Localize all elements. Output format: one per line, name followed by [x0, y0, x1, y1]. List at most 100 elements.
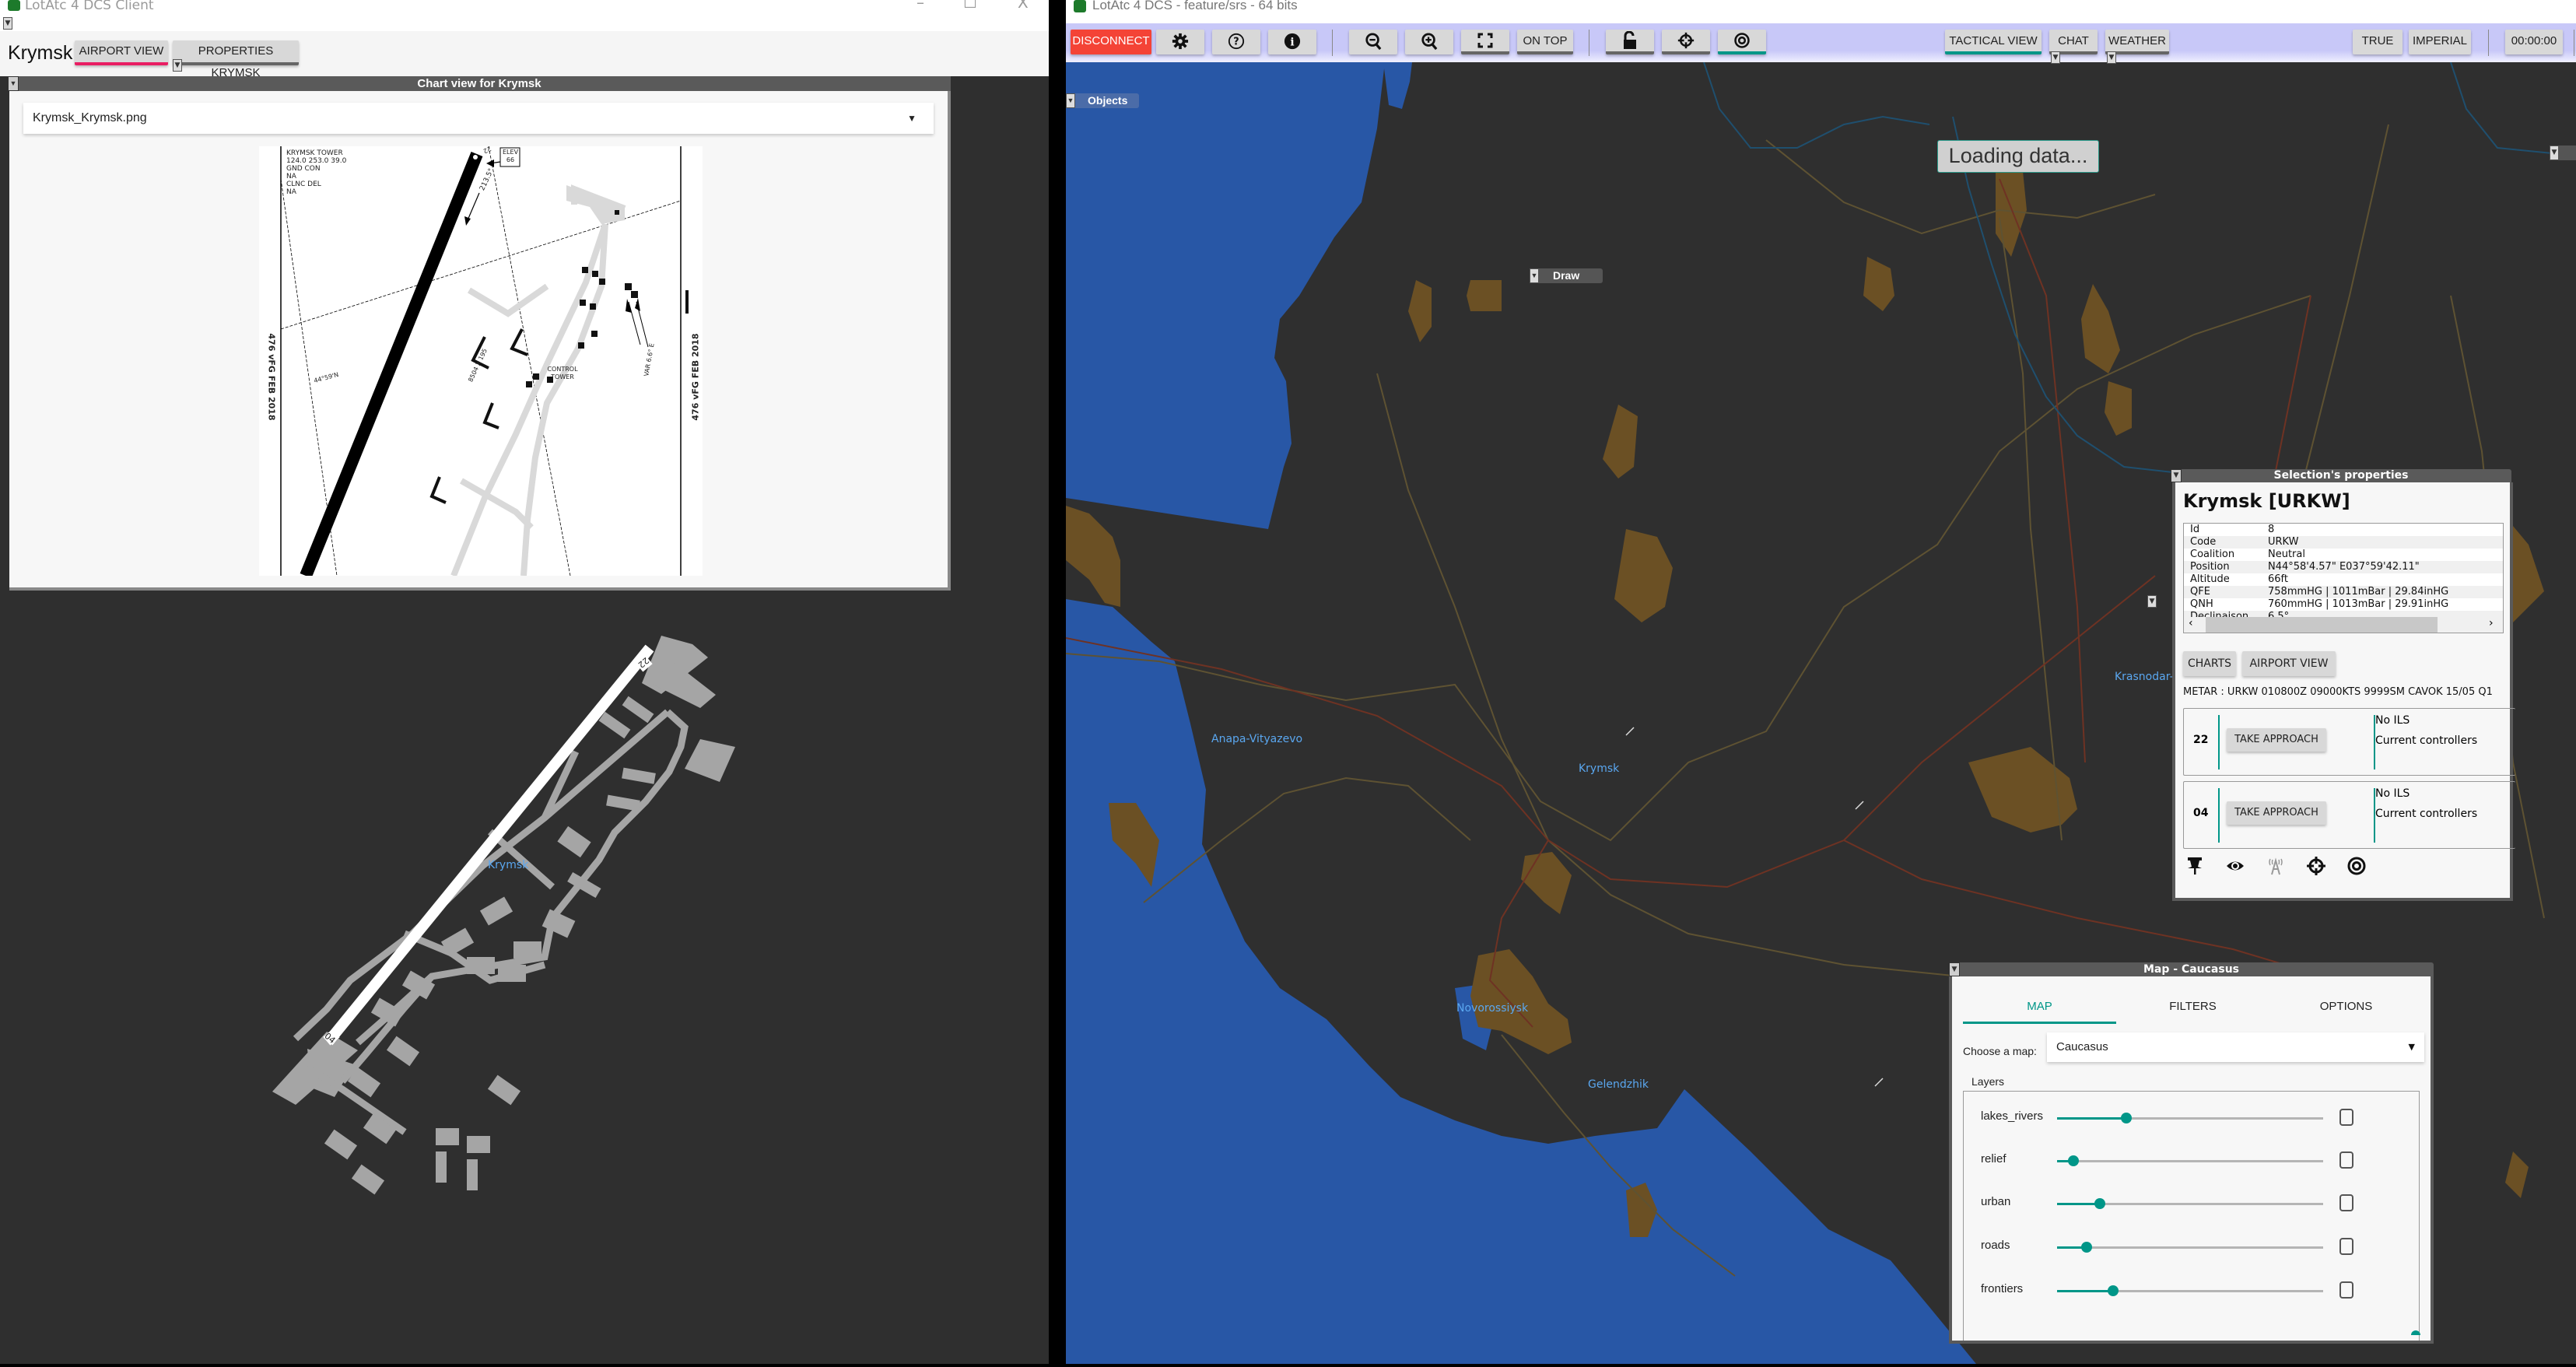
unlock-icon: [1624, 30, 1636, 49]
layer-checkbox[interactable]: [2339, 1238, 2353, 1255]
settings-button[interactable]: [1156, 30, 1204, 54]
tactical-map[interactable]: ▼ Objects ▼ Draw ▼ Loading data... Anapa…: [1066, 61, 2576, 1364]
scroll-left-icon[interactable]: ‹: [2189, 617, 2193, 629]
tab-airport-view[interactable]: AIRPORT VIEW: [75, 40, 168, 65]
map-label-krymsk[interactable]: Krymsk: [1579, 762, 1619, 775]
on-top-button[interactable]: ON TOP: [1517, 30, 1573, 54]
map-label-anapa[interactable]: Anapa-Vityazevo: [1211, 733, 1302, 745]
true-heading-button[interactable]: TRUE: [2353, 30, 2403, 54]
close-button[interactable]: X: [1018, 0, 1029, 10]
collapse-icon[interactable]: ▼: [2171, 469, 2182, 482]
chat-dropdown-toggle[interactable]: ▼: [2051, 51, 2060, 64]
layer-opacity-slider[interactable]: [2057, 1285, 2323, 1296]
target-icon: [1734, 33, 1750, 48]
side-panel-toggle[interactable]: ▼: [2550, 145, 2576, 160]
property-value: 760mmHG | 1013mBar | 29.91inHG: [2268, 598, 2449, 610]
tab-tactical-view[interactable]: TACTICAL VIEW: [1945, 30, 2042, 54]
objects-panel-toggle[interactable]: ▼ Objects: [1066, 93, 1139, 108]
loading-indicator: Loading data...: [1937, 140, 2099, 173]
layer-checkbox[interactable]: [2339, 1281, 2353, 1299]
eye-icon[interactable]: [2225, 856, 2245, 876]
layer-opacity-slider[interactable]: [2057, 1198, 2323, 1209]
target-button[interactable]: [1718, 30, 1766, 54]
slider-handle[interactable]: [2120, 1113, 2132, 1123]
draw-label: Draw: [1553, 269, 1580, 282]
runway-number: 22: [2193, 734, 2209, 746]
crosshair-icon[interactable]: [2306, 856, 2326, 876]
ils-status: No ILS: [2375, 714, 2410, 727]
disconnect-button[interactable]: DISCONNECT: [1071, 30, 1151, 54]
layer-checkbox[interactable]: [2339, 1194, 2353, 1211]
scrollbar-thumb[interactable]: [2206, 617, 2438, 633]
slider-handle-partial[interactable]: [2411, 1330, 2420, 1335]
zoom-out-button[interactable]: [1349, 30, 1397, 54]
property-value: URKW: [2268, 536, 2299, 548]
menu-dropdown-toggle[interactable]: ▼: [3, 17, 12, 30]
chart-panel-title: Chart view for Krymsk: [417, 77, 541, 90]
minimize-button[interactable]: –: [916, 0, 924, 10]
airport-view[interactable]: 22 04 Krymsk: [0, 591, 1046, 1364]
slider-handle[interactable]: [2067, 1155, 2079, 1166]
target-icon[interactable]: [2346, 856, 2367, 876]
map-select[interactable]: Caucasus ▼: [2047, 1032, 2424, 1062]
collapse-icon[interactable]: ▼: [1949, 962, 1960, 976]
gear-icon: [1172, 33, 1189, 50]
metar-text: METAR : URKW 010800Z 09000KTS 9999SM CAV…: [2183, 686, 2493, 698]
map-label-gelendzhik[interactable]: Gelendzhik: [1588, 1078, 1649, 1091]
airport-chart-image[interactable]: KRYMSK TOWER 124.0 253.0 39.0 GND CON NA…: [259, 146, 703, 576]
help-button[interactable]: ?: [1212, 30, 1260, 54]
collapse-icon[interactable]: ▼: [2147, 595, 2157, 608]
collapse-icon[interactable]: ▼: [1530, 268, 1539, 283]
info-button[interactable]: i: [1268, 30, 1316, 54]
tab-filters[interactable]: FILTERS: [2116, 992, 2269, 1022]
layer-checkbox[interactable]: [2339, 1109, 2353, 1126]
layer-opacity-slider[interactable]: [2057, 1113, 2323, 1123]
lock-button[interactable]: [1606, 30, 1654, 54]
charts-button[interactable]: CHARTS: [2183, 651, 2236, 676]
slider-handle[interactable]: [2080, 1242, 2092, 1253]
chart-panel-header[interactable]: ▼ Chart view for Krymsk: [8, 76, 951, 91]
airport-view-button[interactable]: AIRPORT VIEW: [2242, 651, 2336, 676]
property-value: Neutral: [2268, 549, 2305, 560]
side-collapse[interactable]: ▼: [2147, 591, 2157, 608]
choose-map-label: Choose a map:: [1963, 1045, 2037, 1057]
tab-dropdown-toggle[interactable]: ▼: [173, 59, 182, 72]
map-panel-header[interactable]: ▼ Map - Caucasus: [1949, 962, 2434, 976]
scroll-right-icon[interactable]: ›: [2489, 617, 2494, 629]
pin-icon[interactable]: [2185, 856, 2205, 876]
zoom-in-button[interactable]: [1405, 30, 1453, 54]
weather-dropdown-toggle[interactable]: ▼: [2107, 51, 2116, 64]
draw-panel-toggle[interactable]: ▼ Draw: [1530, 268, 1603, 283]
collapse-icon[interactable]: ▼: [2550, 145, 2559, 160]
fullscreen-button[interactable]: [1461, 30, 1509, 54]
map-panel: MAP FILTERS OPTIONS Choose a map: Caucas…: [1949, 976, 2434, 1344]
slider-handle[interactable]: [2107, 1285, 2119, 1296]
layer-opacity-slider[interactable]: [2057, 1242, 2323, 1253]
properties-grid: Id 8 Code URKW Coalition Neutral Position N4…: [2184, 524, 2503, 623]
take-approach-button[interactable]: TAKE APPROACH: [2227, 801, 2326, 825]
chart-text: CLNC DEL: [286, 181, 321, 188]
question-icon: ?: [1228, 33, 1245, 50]
horizontal-scrollbar[interactable]: ‹ ›: [2184, 617, 2503, 633]
slider-handle[interactable]: [2094, 1198, 2105, 1209]
property-value: 66ft: [2268, 573, 2288, 585]
properties-table[interactable]: Id 8 Code URKW Coalition Neutral Position N4…: [2183, 523, 2504, 633]
chart-margin-note-right: 476 vFG FEB 2018: [690, 333, 701, 421]
crosshair-button[interactable]: [1662, 30, 1710, 54]
map-label-krasnodar[interactable]: Krasnodar-: [2115, 671, 2174, 683]
take-approach-button[interactable]: TAKE APPROACH: [2227, 728, 2326, 752]
collapse-icon[interactable]: ▼: [8, 76, 19, 91]
collapse-icon[interactable]: ▼: [1066, 93, 1075, 108]
selection-panel-header[interactable]: ▼ Selection's properties: [2171, 469, 2511, 482]
layer-checkbox[interactable]: [2339, 1151, 2353, 1169]
map-label-novorossiysk[interactable]: Novorossiysk: [1456, 1002, 1528, 1015]
tab-options[interactable]: OPTIONS: [2269, 992, 2423, 1022]
tab-map[interactable]: MAP: [1963, 992, 2116, 1024]
imperial-units-button[interactable]: IMPERIAL: [2409, 30, 2471, 54]
antenna-icon[interactable]: [2266, 856, 2286, 876]
maximize-button[interactable]: ☐: [963, 0, 977, 10]
window-divider: [1049, 0, 1066, 1364]
layer-opacity-slider[interactable]: [2057, 1155, 2323, 1166]
tab-properties-krymsk[interactable]: PROPERTIES KRYMSK: [173, 40, 299, 79]
chart-select[interactable]: Krymsk_Krymsk.png ▼: [23, 103, 934, 134]
